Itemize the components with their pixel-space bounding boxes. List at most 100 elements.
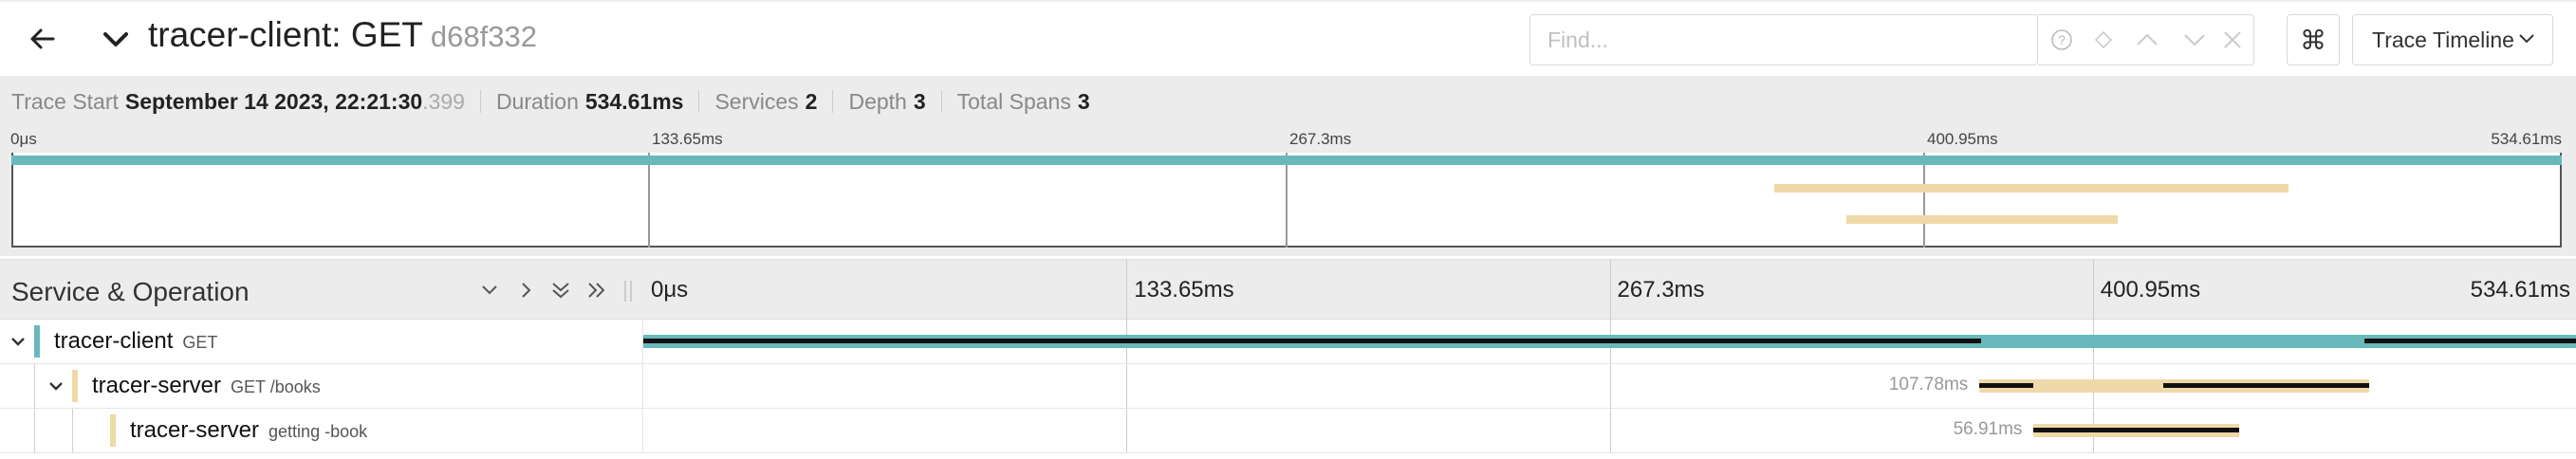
service-name: tracer-server <box>92 373 222 398</box>
service-name: tracer-client <box>54 328 174 354</box>
timeline-tick-label: 534.61ms <box>2470 277 2570 303</box>
total-spans-value: 3 <box>1077 88 1090 114</box>
divider <box>832 90 834 113</box>
timeline-gridline <box>1609 364 1611 408</box>
depth-label: Depth <box>848 88 907 114</box>
trace-total-spans: Total Spans 3 <box>957 89 1090 115</box>
span-duration-label: 56.91ms <box>1953 419 2023 439</box>
span-service-name: tracer-server GET /books <box>92 373 321 399</box>
span-service-name: tracer-client GET <box>54 328 217 355</box>
target-icon <box>2094 30 2113 49</box>
service-color-indicator <box>110 414 116 447</box>
services-value: 2 <box>805 88 818 114</box>
row-collapse-toggle[interactable] <box>46 376 66 396</box>
find-field[interactable] <box>1529 14 2038 65</box>
trace-services: Services 2 <box>714 89 817 115</box>
span-name-cell[interactable]: tracer-server getting -book <box>0 409 643 452</box>
span-row[interactable]: tracer-server GET /books 107.78ms <box>0 364 2576 409</box>
span-self-time-segment <box>2163 383 2369 388</box>
trace-start: Trace Start September 14 2023, 22:21:30.3… <box>11 89 465 115</box>
timeline-tick-label: 267.3ms <box>1617 277 1705 303</box>
command-key-icon: ⌘ <box>2300 25 2326 55</box>
chevron-down-icon <box>482 285 497 295</box>
timeline-gridline <box>2092 260 2094 321</box>
keyboard-shortcuts-button[interactable]: ⌘ <box>2287 14 2340 65</box>
operation-name: GET <box>182 333 218 352</box>
find-toolbar: ? <box>2038 14 2254 65</box>
minimap-tick-label: 0μs <box>10 130 37 148</box>
row-collapse-toggle[interactable] <box>8 331 28 352</box>
minimap-gridline <box>648 153 650 248</box>
view-selector[interactable]: Trace Timeline <box>2352 14 2553 65</box>
service-color-indicator <box>34 325 40 358</box>
double-chevron-down-icon <box>552 283 569 299</box>
clear-search-button[interactable] <box>2209 15 2256 64</box>
timeline-header: Service & Operation 0μs 133.65ms 267.3ms 40… <box>0 259 2576 321</box>
expand-one-button[interactable] <box>512 277 541 303</box>
divider <box>698 90 700 113</box>
find-input[interactable] <box>1532 17 2035 63</box>
trace-title: tracer-client: GET d68f332 <box>148 15 537 55</box>
divider <box>479 90 481 113</box>
view-selector-label: Trace Timeline <box>2372 27 2514 52</box>
chevron-down-icon <box>2519 34 2534 44</box>
trace-page-header: tracer-client: GETd68f332 ? ⌘ Trace Time… <box>0 0 2576 76</box>
service-operation-header: Service & Operation <box>11 277 250 306</box>
double-chevron-right-icon <box>588 283 605 298</box>
trace-depth: Depth 3 <box>848 89 925 115</box>
span-row[interactable]: tracer-client GET <box>0 320 2576 364</box>
operation-name: GET /books <box>231 377 321 396</box>
minimap-gridline <box>1286 153 1288 248</box>
back-button[interactable] <box>17 17 66 61</box>
minimap-gridline <box>1923 153 1925 248</box>
timeline-tick-label: 400.95ms <box>2100 277 2201 303</box>
trace-start-date: September 14 2023, 22:21:30 <box>124 88 423 114</box>
minimap-tick-label: 267.3ms <box>1289 130 1352 148</box>
minimap-span-bar <box>1774 184 2289 193</box>
span-self-time-segment <box>2363 339 2576 343</box>
trace-duration: Duration 534.61ms <box>496 89 684 115</box>
minimap-span-bar <box>11 156 2562 165</box>
question-circle-icon: ? <box>2051 29 2072 50</box>
chevron-down-icon <box>103 32 128 46</box>
svg-text:?: ? <box>2058 32 2066 47</box>
trace-id: d68f332 <box>430 20 537 53</box>
span-row[interactable]: tracer-server getting -book 56.91ms <box>0 409 2576 453</box>
trace-start-value: September 14 2023, 22:21:30.399 <box>125 89 465 115</box>
chevron-right-icon <box>522 283 531 298</box>
indent-guide <box>34 409 35 452</box>
operation-name: getting -book <box>269 422 368 441</box>
indent-guide <box>34 364 35 408</box>
depth-value: 3 <box>913 88 926 114</box>
collapse-all-button[interactable] <box>547 277 575 303</box>
column-resize-handle[interactable] <box>624 281 632 302</box>
collapse-one-button[interactable] <box>475 277 504 303</box>
timeline-gridline <box>1126 409 1128 452</box>
minimap-tick-label: 133.65ms <box>652 130 723 148</box>
timeline-gridline <box>1126 260 1128 321</box>
duration-value: 534.61ms <box>584 88 684 114</box>
span-service-name: tracer-server getting -book <box>130 417 367 444</box>
span-self-time-segment <box>1979 383 2034 388</box>
find-help-button[interactable]: ? <box>2038 15 2085 64</box>
service-color-indicator <box>72 370 78 402</box>
span-name-cell[interactable]: tracer-client GET <box>0 320 643 363</box>
services-label: Services <box>714 88 799 114</box>
timeline-gridline <box>1609 260 1611 321</box>
locate-span-button[interactable] <box>2080 15 2127 64</box>
span-name-cell[interactable]: tracer-server GET /books <box>0 364 643 408</box>
expand-all-button[interactable] <box>583 277 611 303</box>
trace-start-ms: .399 <box>422 88 465 114</box>
arrow-left-icon <box>30 28 55 49</box>
span-self-time-segment <box>643 339 1981 343</box>
chevron-down-icon <box>2184 34 2205 46</box>
close-icon <box>2224 31 2241 48</box>
span-self-time-segment <box>2033 428 2240 432</box>
trace-start-label: Trace Start <box>11 88 119 114</box>
timeline-tick-label: 0μs <box>651 277 689 303</box>
chevron-up-icon <box>2137 33 2158 46</box>
trace-collapse-toggle[interactable] <box>95 21 137 59</box>
prev-match-button[interactable] <box>2123 15 2171 64</box>
chevron-down-icon <box>11 337 25 346</box>
divider <box>940 90 942 113</box>
